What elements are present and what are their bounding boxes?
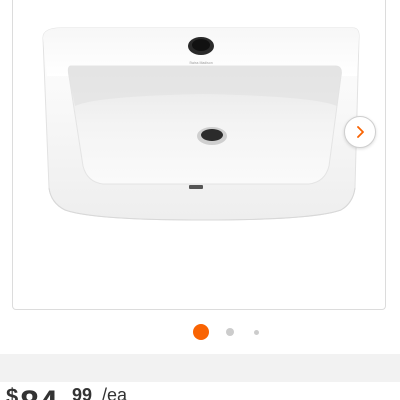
price-block: $ 84 99 /ea: [0, 382, 400, 400]
section-divider: [0, 354, 400, 382]
brand-mark: Swiss Madison: [189, 61, 212, 65]
product-image-frame: Swiss Madison: [12, 0, 386, 310]
price-unit: /ea: [102, 385, 128, 400]
carousel-pagination: [0, 322, 400, 342]
chevron-right-icon: [357, 126, 364, 138]
price-currency: $: [6, 384, 19, 400]
product-image[interactable]: Swiss Madison: [13, 0, 387, 310]
pagination-dot-small[interactable]: [254, 330, 259, 335]
price-dollars: 84: [20, 386, 58, 400]
pagination-dot[interactable]: [226, 328, 234, 336]
price-cents: 99: [72, 385, 93, 400]
product-page: Swiss Madison $ 84 99 /ea: [0, 0, 400, 400]
carousel-next-button[interactable]: [344, 116, 376, 148]
pagination-dot-active[interactable]: [193, 324, 209, 340]
